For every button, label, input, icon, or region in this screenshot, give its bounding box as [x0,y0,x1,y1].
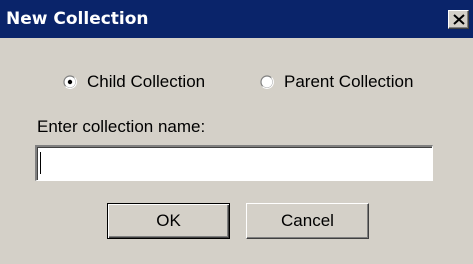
collection-name-label: Enter collection name: [37,117,206,136]
radio-child-collection-label: Child Collection [87,72,206,91]
radio-unchecked-icon[interactable] [260,75,274,89]
close-icon [453,14,465,25]
collection-name-input[interactable] [35,145,433,181]
text-caret [40,152,41,174]
radio-checked-icon[interactable] [63,75,77,89]
window-title: New Collection [6,9,149,29]
new-collection-dialog: New Collection Child Collection Parent C… [0,0,473,264]
cancel-button[interactable]: Cancel [246,203,369,239]
close-button[interactable] [448,10,469,29]
radio-child-collection[interactable]: Child Collection [63,72,233,94]
title-bar[interactable]: New Collection [0,0,473,38]
radio-parent-collection[interactable]: Parent Collection [260,72,440,94]
ok-button[interactable]: OK [107,203,230,239]
radio-parent-collection-label: Parent Collection [284,72,414,91]
